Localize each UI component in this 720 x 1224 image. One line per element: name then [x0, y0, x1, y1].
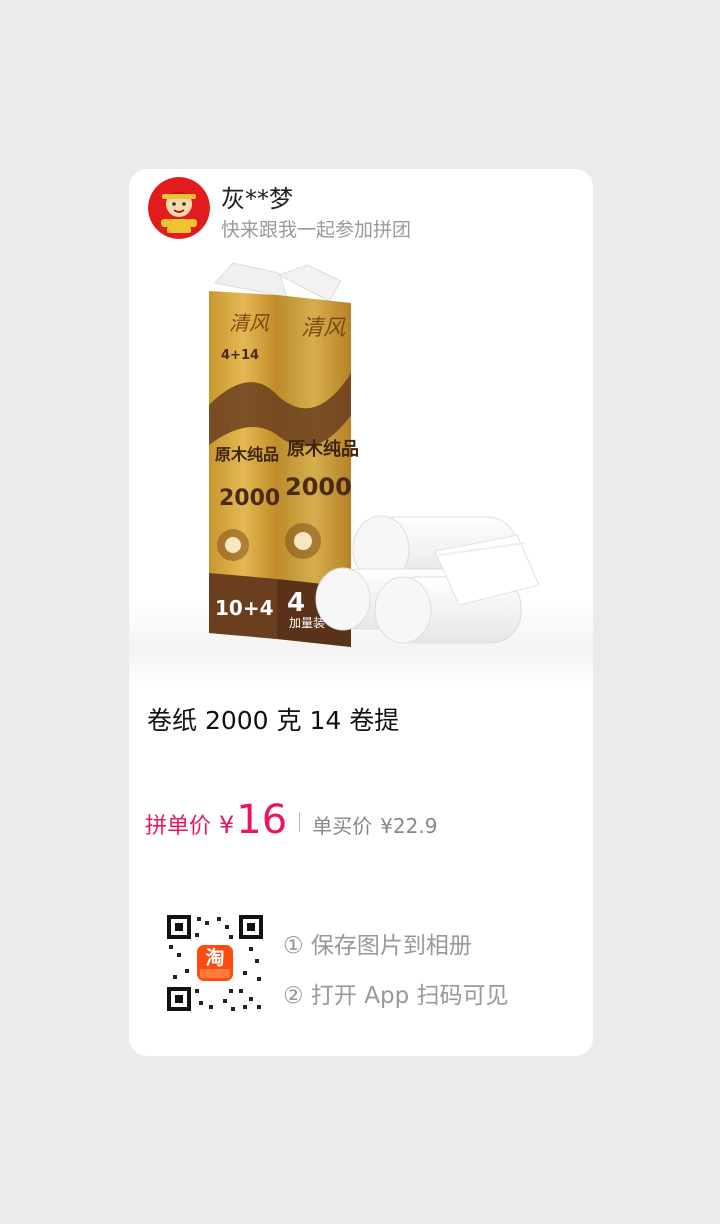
package-count-text: 10+4 — [215, 596, 274, 620]
single-price-value: ¥22.9 — [380, 814, 438, 838]
share-card: 灰**梦 快来跟我一起参加拼团 清风 清风 原木纯品 原木纯品 2000 200… — [129, 169, 593, 1056]
product-title: 卷纸 2000 克 14 卷提 — [147, 706, 400, 735]
instruction-open-app: ② 打开 App 扫码可见 — [283, 983, 509, 1009]
invite-text: 快来跟我一起参加拼团 — [221, 219, 412, 241]
taobao-app-icon: 淘 — [205, 947, 225, 969]
avatar-image — [148, 177, 210, 239]
username: 灰**梦 — [221, 185, 293, 213]
package-tagline-text: 原木纯品 — [215, 445, 279, 464]
group-price-label: 拼单价 — [145, 814, 212, 839]
package-tagline-text-front: 原木纯品 — [287, 438, 359, 460]
package-brand-text-front: 清风 — [301, 316, 346, 341]
package-bonus-note: 加量装 — [289, 616, 325, 630]
toilet-paper-illustration: 清风 清风 原木纯品 原木纯品 2000 2000 4+14 10+4 加量装 … — [209, 262, 540, 647]
package-grams-text-front: 2000 — [285, 473, 352, 501]
price-divider — [299, 812, 301, 832]
currency-symbol: ¥ — [219, 811, 235, 839]
group-price-value: 16 — [236, 797, 288, 843]
qr-code[interactable]: 淘 — [165, 913, 265, 1013]
package-brand-text: 清风 — [229, 311, 270, 335]
price-row: 拼单价 ¥ 16 单买价 ¥22.9 — [145, 797, 437, 847]
instruction-save-image: ① 保存图片到相册 — [283, 933, 472, 959]
avatar[interactable] — [148, 177, 210, 239]
package-side-badge: 4+14 — [221, 348, 259, 363]
package-bonus-text: 4 — [287, 588, 305, 618]
product-image[interactable]: 清风 清风 原木纯品 原木纯品 2000 2000 4+14 10+4 加量装 … — [129, 255, 593, 685]
single-price-label: 单买价 — [312, 814, 373, 838]
package-grams-text: 2000 — [219, 486, 280, 511]
